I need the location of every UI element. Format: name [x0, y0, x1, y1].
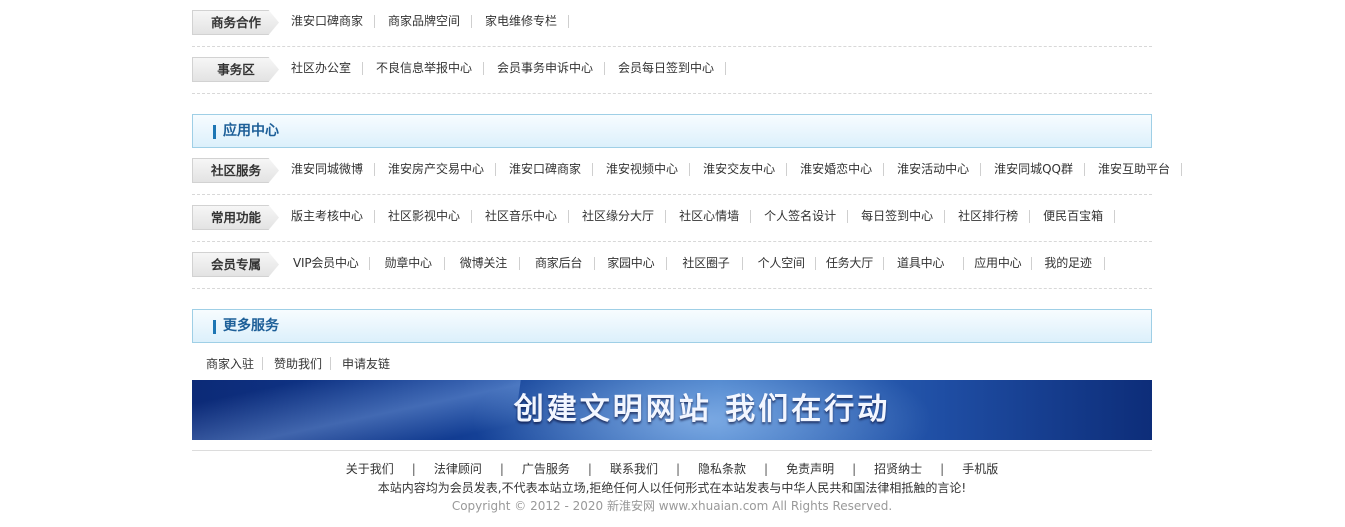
section-header-more-services: 更多服务 [192, 309, 1152, 343]
link-item[interactable]: 商家品牌空间 [375, 10, 473, 33]
link-item[interactable]: 会员每日签到中心 [605, 57, 727, 80]
footer-separator: | [940, 462, 945, 476]
link-item[interactable]: 淮安婚恋中心 [787, 158, 885, 181]
section-bar-icon [213, 320, 216, 334]
link-item[interactable]: 勋章中心 [370, 252, 446, 275]
link-item[interactable]: 淮安口碑商家 [278, 10, 376, 33]
row-tag: 社区服务 [192, 158, 279, 183]
link-item[interactable]: 个人签名设计 [751, 205, 849, 228]
link-item[interactable]: 社区排行榜 [945, 205, 1031, 228]
link-item[interactable]: 申请友链 [331, 355, 399, 372]
category-row-affairs: 事务区 社区办公室 不良信息举报中心 会员事务申诉中心 会员每日签到中心 [192, 47, 1152, 94]
footer-link-disclaimer[interactable]: 免责声明 [786, 462, 834, 476]
footer-separator: | [499, 462, 504, 476]
category-row-member-exclusive: 会员专属 VIP会员中心 勋章中心 微博关注 商家后台 家园中心 社区圈子 个人空间 任务大厅… [192, 242, 1152, 289]
link-item[interactable]: 社区影视中心 [375, 205, 473, 228]
link-item[interactable]: 淮安视频中心 [593, 158, 691, 181]
link-item[interactable]: 社区圈子 [667, 252, 743, 275]
section-bar-icon [213, 125, 216, 139]
page-content: 商务合作 淮安口碑商家 商家品牌空间 家电维修专栏 事务区 社区办公室 不良信息举报中… [192, 0, 1183, 513]
footer-link-legal[interactable]: 法律顾问 [434, 462, 482, 476]
link-item[interactable]: 社区心情墙 [666, 205, 752, 228]
link-item[interactable]: 社区办公室 [278, 57, 364, 80]
footer-link-privacy[interactable]: 隐私条款 [698, 462, 746, 476]
row-tag: 事务区 [192, 57, 279, 82]
link-item[interactable]: 个人空间 [743, 252, 817, 275]
link-item[interactable]: 淮安房产交易中心 [375, 158, 497, 181]
link-item[interactable]: 淮安同城QQ群 [981, 158, 1085, 181]
link-item[interactable]: 社区音乐中心 [472, 205, 570, 228]
footer-separator: | [852, 462, 857, 476]
footer-link-contact[interactable]: 联系我们 [610, 462, 658, 476]
category-row-community-service: 社区服务 淮安同城微博 淮安房产交易中心 淮安口碑商家 淮安视频中心 淮安交友中心 淮安婚… [192, 148, 1183, 195]
link-item[interactable]: 赞助我们 [263, 355, 332, 372]
link-list: 淮安同城微博 淮安房产交易中心 淮安口碑商家 淮安视频中心 淮安交友中心 淮安婚恋中心 淮安… [278, 158, 1183, 181]
link-list: 商家入驻 赞助我们 申请友链 [195, 355, 399, 372]
link-item[interactable]: 淮安口碑商家 [496, 158, 594, 181]
row-tag: 商务合作 [192, 10, 279, 35]
link-item[interactable]: 淮安交友中心 [690, 158, 788, 181]
footer-separator: | [411, 462, 416, 476]
row-tag: 常用功能 [192, 205, 279, 230]
link-item[interactable]: 淮安同城微博 [278, 158, 376, 181]
category-row-common-functions: 常用功能 版主考核中心 社区影视中心 社区音乐中心 社区缘分大厅 社区心情墙 个人签名设计… [192, 195, 1152, 242]
link-list: VIP会员中心 勋章中心 微博关注 商家后台 家园中心 社区圈子 个人空间 任务大厅 道具中心应… [278, 252, 1105, 275]
footer-copyright: Copyright © 2012 - 2020 新淮安网 www.xhuaian… [451, 499, 893, 513]
footer-link-about[interactable]: 关于我们 [346, 462, 394, 476]
link-item[interactable]: 淮安互助平台 [1085, 158, 1183, 181]
footer-disclaimer-text: 本站内容均为会员发表,不代表本站立场,拒绝任何人以任何形式在本站发表与中华人民共… [377, 481, 967, 495]
section-title: 更多服务 [223, 318, 279, 334]
link-item[interactable]: 商家入驻 [195, 355, 264, 372]
link-item[interactable]: 每日签到中心 [848, 205, 946, 228]
footer-separator: | [764, 462, 769, 476]
link-item[interactable]: 家电维修专栏 [472, 10, 570, 33]
link-item[interactable]: 道具中心 [884, 252, 965, 275]
section-header-app-center: 应用中心 [192, 114, 1152, 148]
link-item[interactable]: 商家后台 [520, 252, 596, 275]
link-item[interactable]: 微博关注 [445, 252, 521, 275]
link-item[interactable]: 我的足迹 [1032, 252, 1105, 275]
footer-separator: | [675, 462, 681, 476]
section-title: 应用中心 [223, 123, 279, 139]
link-item[interactable]: 社区缘分大厅 [569, 205, 667, 228]
civilization-banner[interactable]: 创建文明网站 我们在行动 [192, 380, 1152, 440]
link-list: 社区办公室 不良信息举报中心 会员事务申诉中心 会员每日签到中心 [278, 57, 727, 80]
footer-link-ads[interactable]: 广告服务 [522, 462, 570, 476]
link-item[interactable]: 淮安活动中心 [884, 158, 982, 181]
row-tag: 会员专属 [192, 252, 279, 277]
banner-text: 创建文明网站 我们在行动 [513, 392, 891, 427]
footer-separator: | [587, 462, 592, 476]
footer-divider [192, 450, 1152, 451]
footer-link-mobile[interactable]: 手机版 [962, 462, 998, 476]
link-list: 版主考核中心 社区影视中心 社区音乐中心 社区缘分大厅 社区心情墙 个人签名设计 每日签到中… [278, 205, 1116, 228]
link-item[interactable]: 应用中心 [964, 252, 1033, 275]
link-list: 淮安口碑商家 商家品牌空间 家电维修专栏 [278, 10, 570, 33]
footer-link-jobs[interactable]: 招贤纳士 [874, 462, 922, 476]
link-item[interactable]: 版主考核中心 [278, 205, 376, 228]
category-row-business: 商务合作 淮安口碑商家 商家品牌空间 家电维修专栏 [192, 0, 1152, 47]
footer-links: 关于我们 | 法律顾问 | 广告服务 | 联系我们 | 隐私条款 | 免责声明 | 招贤纳士 | 手机版 [192, 460, 1152, 477]
link-item[interactable]: 任务大厅 [816, 252, 885, 275]
link-item[interactable]: 家园中心 [595, 252, 668, 275]
link-item[interactable]: 会员事务申诉中心 [484, 57, 606, 80]
link-item[interactable]: 便民百宝箱 [1030, 205, 1116, 228]
link-item[interactable]: VIP会员中心 [278, 252, 370, 275]
link-item[interactable]: 不良信息举报中心 [363, 57, 485, 80]
